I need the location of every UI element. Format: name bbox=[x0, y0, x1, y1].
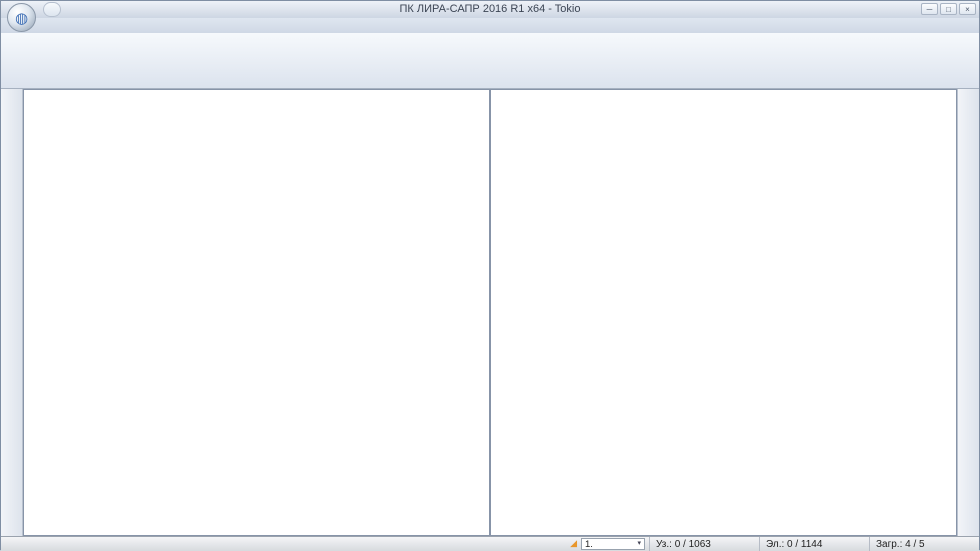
close-button[interactable]: × bbox=[959, 3, 976, 15]
lira-logo-icon: ◍ bbox=[15, 9, 28, 27]
app-menu-button[interactable]: ◍ bbox=[7, 3, 36, 32]
ribbon bbox=[1, 33, 979, 89]
status-bar: ◢ 1. ▾ Уз.: 0 / 1063 Эл.: 0 / 1144 Загр.… bbox=[1, 536, 979, 551]
minimize-button[interactable]: ─ bbox=[921, 3, 938, 15]
loads-count: Загр.: 4 / 5 bbox=[869, 537, 979, 551]
nodes-count: Уз.: 0 / 1063 bbox=[649, 537, 759, 551]
quick-access-toolbar bbox=[43, 2, 61, 17]
child-window-2 bbox=[490, 89, 957, 536]
window-controls: ─ □ × bbox=[921, 3, 976, 15]
maximize-button[interactable]: □ bbox=[940, 3, 957, 15]
elements-count: Эл.: 0 / 1144 bbox=[759, 537, 869, 551]
ribbon-tab-row bbox=[1, 18, 979, 33]
right-view-toolbar bbox=[957, 89, 979, 536]
mdi-area bbox=[1, 89, 979, 536]
loadcase-selector[interactable]: 1. ▾ bbox=[581, 538, 645, 550]
application-window: ◍ ПК ЛИРА-САПР 2016 R1 x64 - Tokio ─ □ ×… bbox=[0, 0, 980, 550]
chevron-down-icon: ▾ bbox=[637, 541, 641, 547]
title-bar: ◍ ПК ЛИРА-САПР 2016 R1 x64 - Tokio ─ □ × bbox=[1, 1, 979, 18]
loadcase-value: 1. bbox=[585, 539, 593, 550]
wand-icon[interactable]: ◢ bbox=[566, 539, 581, 549]
left-view-toolbar bbox=[1, 89, 23, 536]
app-title: ПК ЛИРА-САПР 2016 R1 x64 - Tokio bbox=[251, 3, 729, 15]
child-window-1 bbox=[23, 89, 490, 536]
